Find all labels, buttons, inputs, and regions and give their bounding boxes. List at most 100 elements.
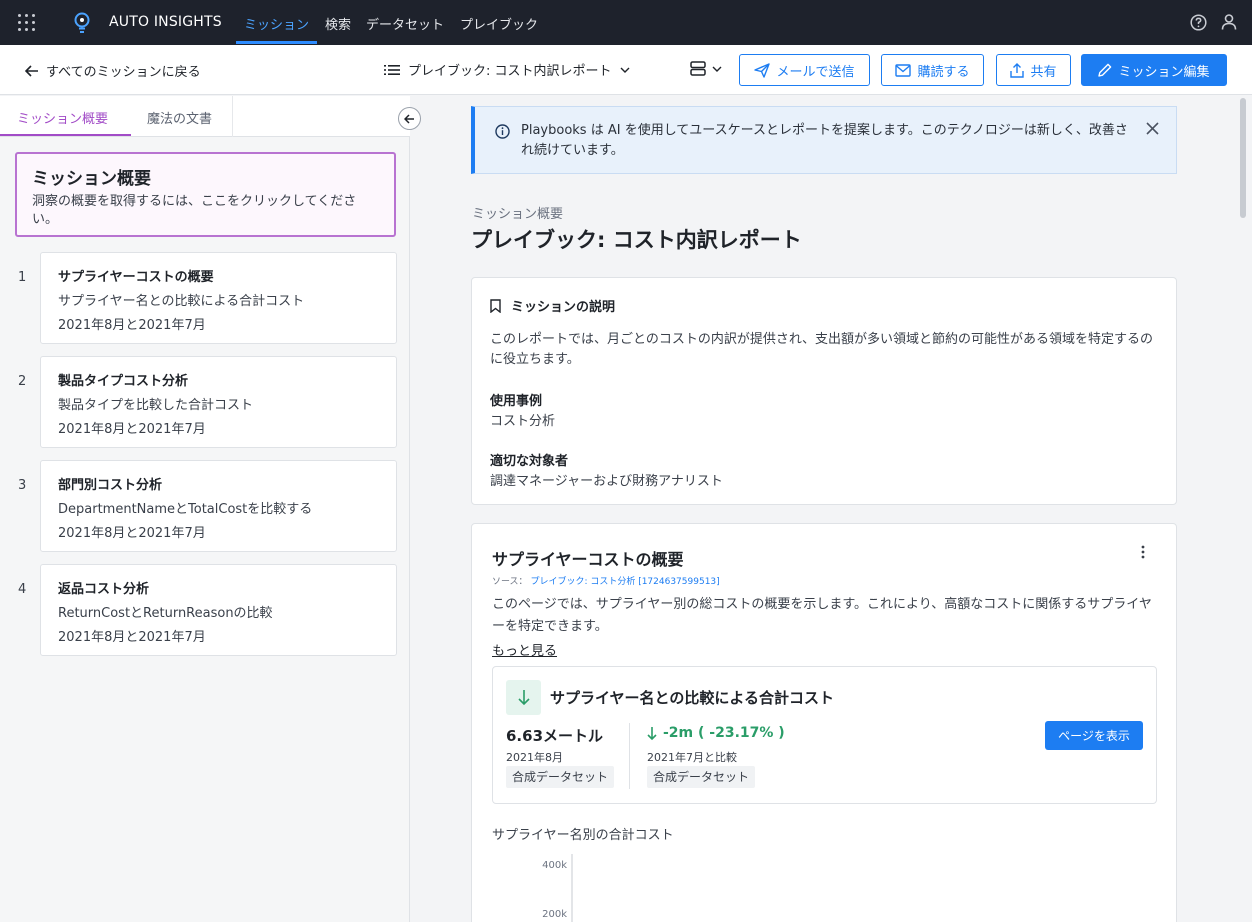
share-button[interactable]: 共有 bbox=[996, 54, 1071, 86]
nav-playbooks[interactable]: プレイブック bbox=[460, 14, 538, 33]
apps-grid-icon[interactable] bbox=[17, 13, 37, 33]
breadcrumb: ミッション概要 bbox=[472, 207, 564, 222]
playbook-selector-label: プレイブック: コスト内訳レポート bbox=[408, 64, 612, 79]
collapse-sidebar-button[interactable] bbox=[398, 107, 421, 130]
share-icon bbox=[1010, 62, 1025, 78]
dataset-chip: 合成データセット bbox=[506, 766, 615, 788]
back-to-missions-link[interactable]: すべてのミッションに戻る bbox=[25, 61, 201, 80]
more-options-icon[interactable] bbox=[1140, 544, 1146, 560]
pencil-icon bbox=[1098, 63, 1112, 77]
mission-item-title: サプライヤーコストの概要 bbox=[58, 270, 214, 285]
mission-item-department-cost[interactable]: 部門別コスト分析 DepartmentNameとTotalCostを比較する 2… bbox=[40, 460, 397, 552]
email-button-label: メールで送信 bbox=[776, 64, 855, 80]
mission-item-description: サプライヤー名との比較による合計コスト bbox=[58, 294, 305, 309]
brand-name: AUTO INSIGHTS bbox=[109, 14, 222, 30]
audience-value: 調達マネージャーおよび財務アナリスト bbox=[490, 474, 723, 489]
list-icon bbox=[384, 64, 400, 75]
main-scrollbar[interactable] bbox=[1240, 98, 1246, 218]
chevron-down-icon bbox=[620, 67, 630, 73]
mission-item-description: ReturnCostとReturnReasonの比較 bbox=[58, 606, 273, 621]
y-tick-label: 200k bbox=[542, 909, 567, 920]
see-more-link[interactable]: もっと見る bbox=[492, 640, 557, 659]
use-case-value: コスト分析 bbox=[490, 414, 556, 429]
metric-delta-period: 2021年7月と比較 bbox=[647, 751, 737, 764]
mission-item-description: DepartmentNameとTotalCostを比較する bbox=[58, 502, 313, 517]
overview-card-title: ミッション概要 bbox=[32, 169, 151, 189]
lightbulb-logo-icon bbox=[74, 12, 90, 33]
bookmark-icon bbox=[490, 298, 501, 313]
close-icon[interactable] bbox=[1146, 122, 1159, 135]
mission-number: 2 bbox=[18, 374, 27, 389]
back-link-label: すべてのミッションに戻る bbox=[46, 65, 201, 80]
source-line: ソース： プレイブック: コスト分析 [1724637599513] bbox=[492, 574, 720, 587]
mission-item-title: 製品タイプコスト分析 bbox=[58, 374, 189, 389]
overview-card-description: 洞察の概要を取得するには、ここをクリックしてください。 bbox=[32, 194, 357, 227]
arrow-down-icon bbox=[647, 726, 657, 740]
tab-mission-overview[interactable]: ミッション概要 bbox=[17, 108, 108, 127]
source-prefix: ソース： bbox=[492, 577, 528, 587]
description-body: このレポートでは、月ごとのコストの内訳が提供され、支出額が多い領域と節約の可能性… bbox=[490, 332, 1154, 367]
edit-mission-button-label: ミッション編集 bbox=[1118, 64, 1210, 80]
mission-toolbar: すべてのミッションに戻る プレイブック: コスト内訳レポート メールで送信 購読… bbox=[0, 45, 1252, 95]
page-title: プレイブック: コスト内訳レポート bbox=[471, 228, 802, 252]
trend-badge bbox=[506, 680, 541, 715]
nav-active-indicator bbox=[236, 41, 317, 44]
description-card-title: ミッションの説明 bbox=[511, 300, 616, 315]
mission-number: 1 bbox=[18, 270, 27, 285]
nav-missions[interactable]: ミッション bbox=[244, 14, 309, 33]
mission-description-card: ミッションの説明 このレポートでは、月ごとのコストの内訳が提供され、支出額が多い… bbox=[471, 277, 1177, 505]
top-navigation: AUTO INSIGHTS ミッション 検索 データセット プレイブック bbox=[0, 0, 1252, 45]
help-icon[interactable] bbox=[1190, 14, 1207, 31]
edit-mission-button[interactable]: ミッション編集 bbox=[1081, 54, 1227, 86]
supplier-card-description: このページでは、サプライヤー別の総コストの概要を示します。これにより、高額なコス… bbox=[492, 597, 1152, 634]
metric-delta: -2m ( -23.17% ) bbox=[647, 725, 785, 741]
audience-label: 適切な対象者 bbox=[490, 454, 569, 469]
mission-overview-card[interactable]: ミッション概要 洞察の概要を取得するには、ここをクリックしてください。 bbox=[15, 152, 396, 237]
metric-value-period: 2021年8月 bbox=[506, 751, 563, 764]
subscribe-button-label: 購読する bbox=[917, 64, 970, 80]
mission-item-period: 2021年8月と2021年7月 bbox=[58, 318, 206, 333]
nav-datasets[interactable]: データセット bbox=[366, 14, 444, 33]
source-link[interactable]: プレイブック: コスト分析 [1724637599513] bbox=[530, 577, 719, 587]
mission-item-product-type-cost[interactable]: 製品タイプコスト分析 製品タイプを比較した合計コスト 2021年8月と2021年… bbox=[40, 356, 397, 448]
tab-magic-document[interactable]: 魔法の文書 bbox=[147, 108, 212, 127]
view-page-button[interactable]: ページを表示 bbox=[1045, 721, 1143, 750]
sidebar-tabs: ミッション概要 魔法の文書 bbox=[0, 96, 410, 137]
mail-icon bbox=[895, 63, 912, 77]
subscribe-button[interactable]: 購読する bbox=[881, 54, 984, 86]
chart-title: サプライヤー名別の合計コスト bbox=[492, 828, 674, 843]
mission-item-description: 製品タイプを比較した合計コスト bbox=[58, 398, 254, 413]
send-icon bbox=[754, 62, 771, 78]
arrow-down-icon bbox=[517, 690, 530, 706]
mission-number: 3 bbox=[18, 478, 27, 493]
supplier-cost-card: サプライヤーコストの概要 ソース： プレイブック: コスト分析 [1724637… bbox=[471, 523, 1177, 922]
layout-toggle[interactable] bbox=[690, 61, 722, 76]
mission-item-period: 2021年8月と2021年7月 bbox=[58, 422, 206, 437]
mission-item-period: 2021年8月と2021年7月 bbox=[58, 630, 206, 645]
nav-search[interactable]: 検索 bbox=[325, 14, 351, 33]
share-button-label: 共有 bbox=[1030, 64, 1057, 80]
banner-text: Playbooks は AI を使用してユースケースとレポートを提案します。この… bbox=[521, 123, 1128, 158]
arrow-left-icon bbox=[404, 113, 414, 124]
info-icon bbox=[495, 124, 510, 139]
email-button[interactable]: メールで送信 bbox=[739, 54, 870, 86]
metric-divider bbox=[629, 723, 630, 789]
dataset-chip: 合成データセット bbox=[647, 766, 756, 788]
supplier-cost-chart: 400k 200k bbox=[542, 854, 573, 922]
y-tick-label: 400k bbox=[542, 860, 567, 871]
user-icon[interactable] bbox=[1220, 13, 1238, 31]
mission-item-title: 部門別コスト分析 bbox=[58, 478, 163, 493]
mission-item-return-cost[interactable]: 返品コスト分析 ReturnCostとReturnReasonの比較 2021年… bbox=[40, 564, 397, 656]
mission-item-period: 2021年8月と2021年7月 bbox=[58, 526, 206, 541]
metric-title: サプライヤー名との比較による合計コスト bbox=[550, 689, 834, 707]
playbook-selector[interactable]: プレイブック: コスト内訳レポート bbox=[384, 60, 630, 79]
metric-delta-value: -2m ( -23.17% ) bbox=[663, 725, 785, 741]
description-card-header: ミッションの説明 bbox=[490, 296, 615, 315]
ai-info-banner: Playbooks は AI を使用してユースケースとレポートを提案します。この… bbox=[471, 106, 1177, 174]
mission-number: 4 bbox=[18, 582, 27, 597]
arrow-left-icon bbox=[25, 64, 38, 77]
active-tab-indicator bbox=[0, 134, 131, 136]
metric-summary-box: サプライヤー名との比較による合計コスト 6.63メートル 2021年8月 合成デ… bbox=[492, 666, 1157, 804]
mission-item-supplier-cost[interactable]: サプライヤーコストの概要 サプライヤー名との比較による合計コスト 2021年8月… bbox=[40, 252, 397, 344]
metric-value: 6.63メートル bbox=[506, 727, 604, 745]
